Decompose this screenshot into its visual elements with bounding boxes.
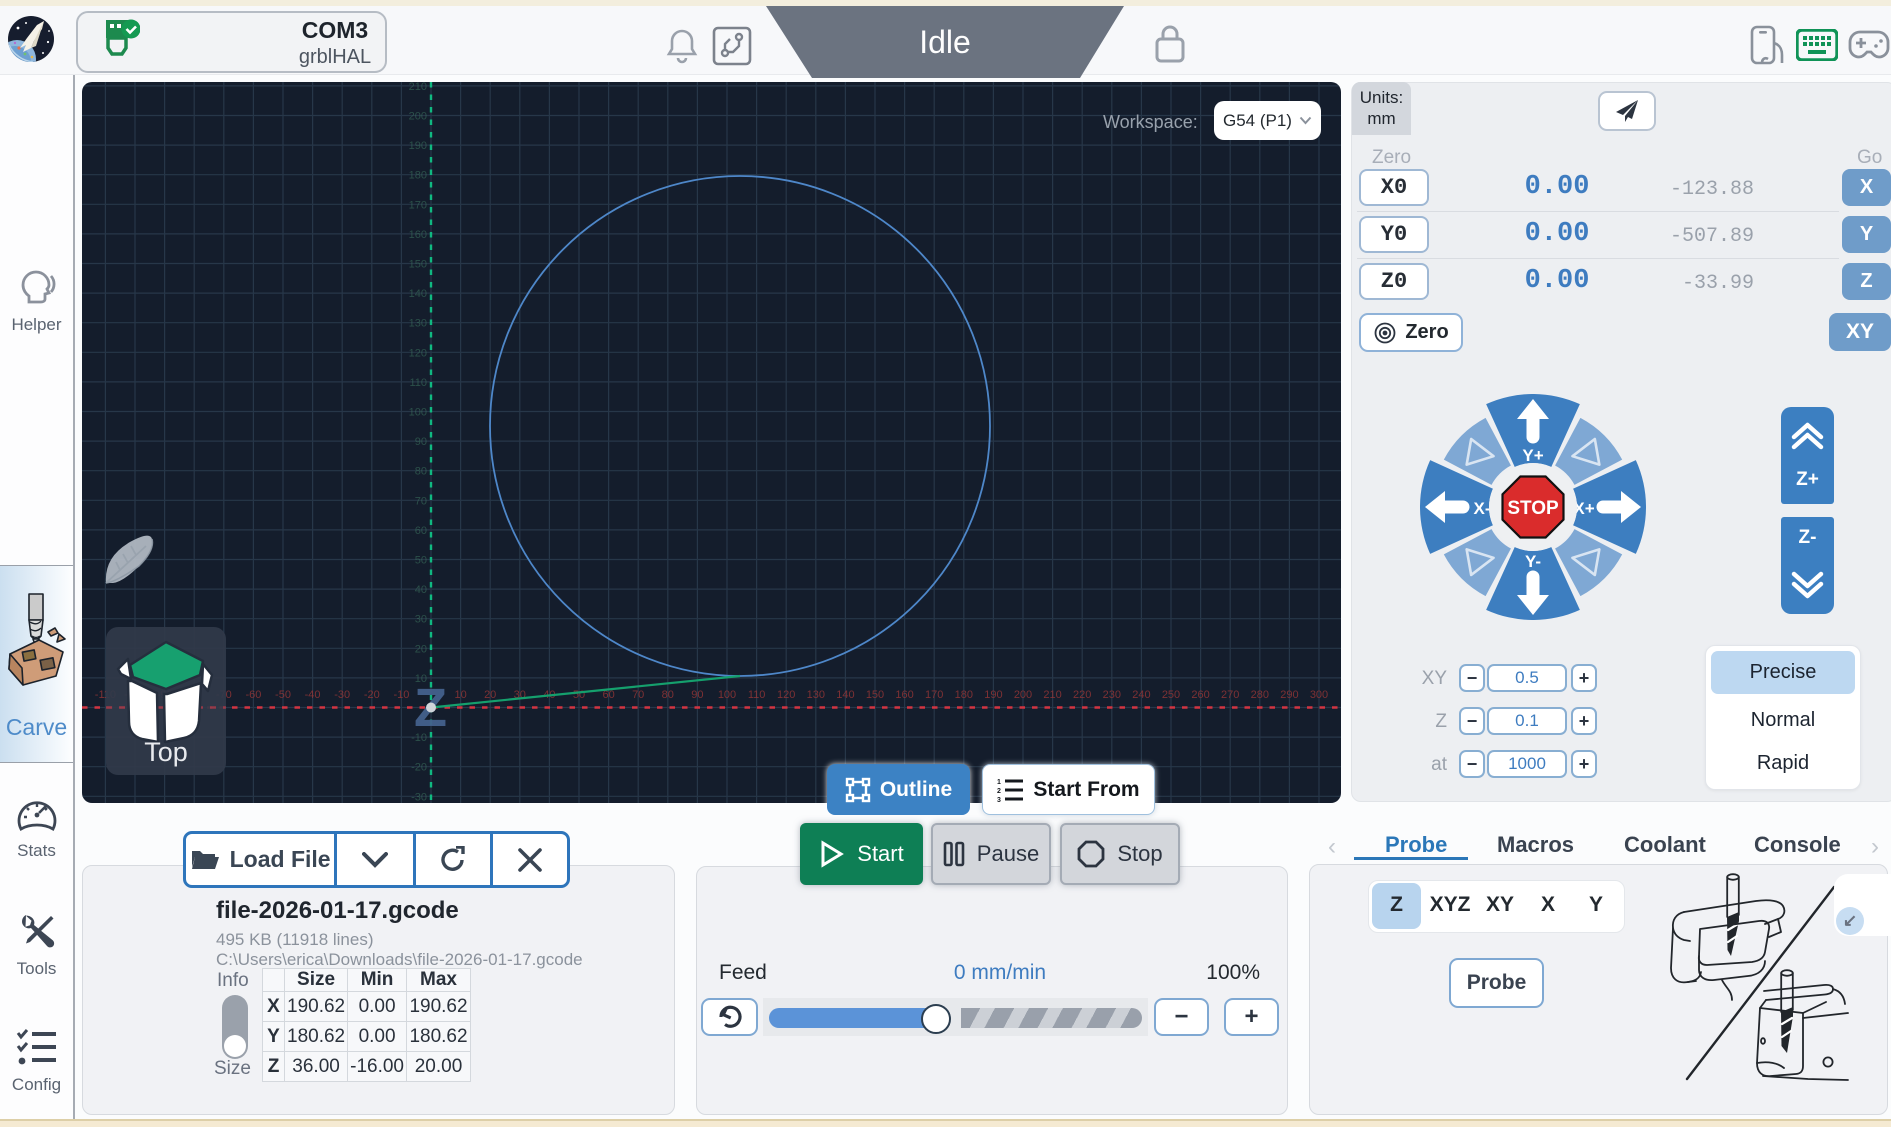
svg-text:220: 220 [1073,689,1091,701]
svg-text:Z+: Z+ [1796,469,1819,490]
svg-text:210: 210 [409,82,427,93]
svg-text:190: 190 [984,689,1002,701]
svg-text:160: 160 [895,689,913,701]
svg-text:2: 2 [997,788,1001,795]
svg-text:300: 300 [1310,689,1328,701]
svg-text:50: 50 [415,555,427,567]
svg-text:230: 230 [1103,689,1121,701]
svg-text:40: 40 [415,584,427,596]
svg-text:260: 260 [1191,689,1209,701]
svg-text:70: 70 [415,495,427,507]
svg-text:50: 50 [573,689,585,701]
svg-text:80: 80 [415,466,427,478]
svg-text:130: 130 [807,689,825,701]
svg-text:90: 90 [415,436,427,448]
svg-text:Y-: Y- [1525,552,1541,571]
svg-text:270: 270 [1221,689,1239,701]
svg-text:70: 70 [632,689,644,701]
svg-text:X-: X- [1474,499,1491,518]
svg-text:180: 180 [409,170,427,182]
svg-text:90: 90 [691,689,703,701]
svg-text:130: 130 [409,318,427,330]
svg-text:280: 280 [1251,689,1269,701]
svg-text:-40: -40 [305,689,321,701]
svg-text:200: 200 [1014,689,1032,701]
svg-text:10: 10 [454,689,466,701]
svg-text:160: 160 [409,229,427,241]
svg-text:120: 120 [777,689,795,701]
svg-text:60: 60 [415,525,427,537]
svg-text:110: 110 [748,689,766,701]
svg-text:170: 170 [409,199,427,211]
svg-text:190: 190 [409,140,427,152]
svg-text:-10: -10 [393,689,409,701]
svg-text:180: 180 [955,689,973,701]
svg-text:150: 150 [866,689,884,701]
svg-text:30: 30 [415,614,427,626]
svg-text:250: 250 [1162,689,1180,701]
svg-text:-60: -60 [245,689,261,701]
svg-text:120: 120 [409,347,427,359]
svg-text:140: 140 [409,288,427,300]
svg-text:Z-: Z- [1799,527,1817,548]
svg-text:Y+: Y+ [1522,446,1543,465]
svg-text:-20: -20 [364,689,380,701]
svg-text:-30: -30 [334,689,350,701]
svg-text:20: 20 [415,643,427,655]
svg-text:-20: -20 [411,762,427,774]
svg-text:150: 150 [409,259,427,271]
svg-text:200: 200 [409,111,427,123]
svg-text:-30: -30 [411,791,427,803]
svg-text:140: 140 [836,689,854,701]
svg-text:3: 3 [997,797,1001,802]
svg-text:20: 20 [484,689,496,701]
svg-text:210: 210 [1043,689,1061,701]
svg-text:110: 110 [409,377,427,389]
svg-text:170: 170 [925,689,943,701]
svg-text:80: 80 [662,689,674,701]
svg-text:100: 100 [718,689,736,701]
svg-text:240: 240 [1132,689,1150,701]
svg-text:290: 290 [1280,689,1298,701]
svg-text:100: 100 [409,407,427,419]
svg-text:-50: -50 [275,689,291,701]
svg-text:1: 1 [997,779,1001,786]
svg-text:STOP: STOP [1507,498,1559,519]
